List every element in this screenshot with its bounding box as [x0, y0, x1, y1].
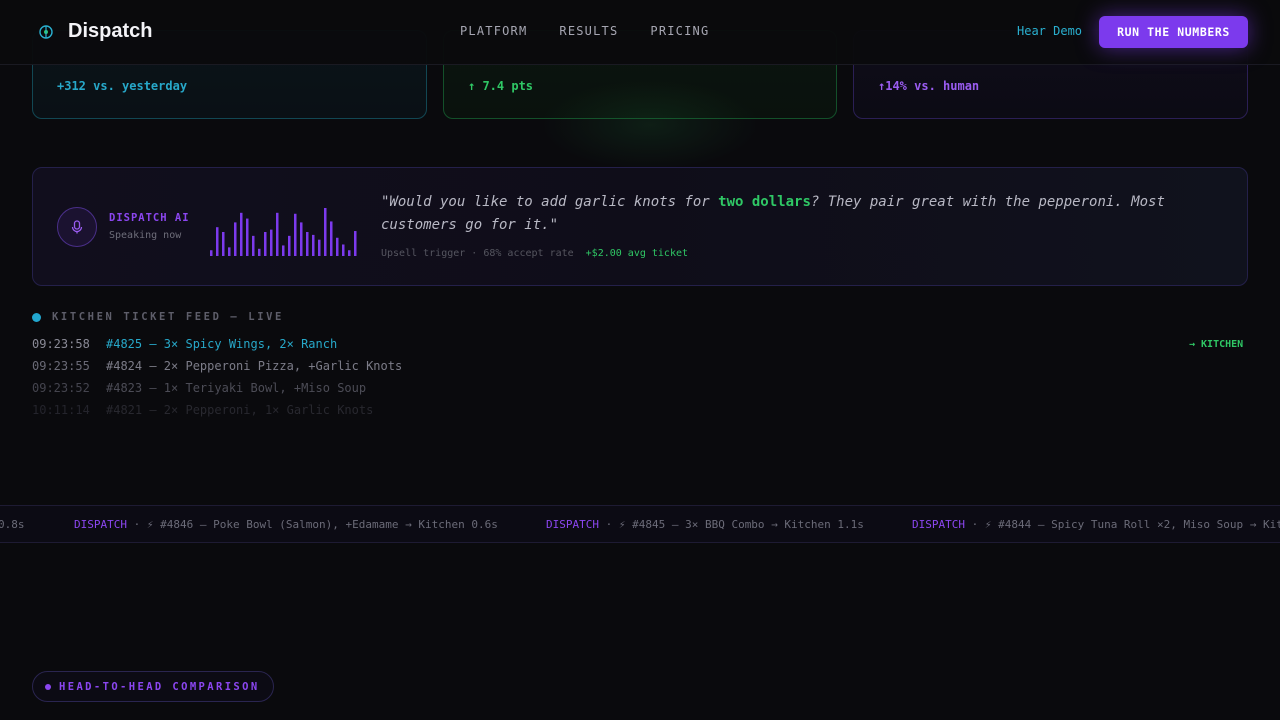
waveform-bar	[240, 212, 243, 256]
waveform-bar	[300, 222, 303, 256]
top-nav: Dispatch PLATFORM RESULTS PRICING Hear D…	[0, 0, 1280, 65]
feed-row: 09:23:55 #4824 — 2× Pepperoni Pizza, +Gar…	[32, 359, 402, 373]
feed-header: KITCHEN TICKET FEED — LIVE	[32, 311, 284, 323]
waveform-bar	[324, 208, 327, 256]
waveform-bar	[294, 213, 297, 256]
feed-row: 09:23:52 #4823 — 1× Teriyaki Bowl, +Miso …	[32, 381, 366, 395]
quote-text: "Would you like to add garlic knots for	[381, 194, 719, 210]
dispatch-logo-icon	[38, 24, 54, 40]
waveform-bar	[348, 250, 351, 256]
ticker-text: ⚡ #4844 — Spicy Tuna Roll ×2, Miso Soup …	[984, 518, 1280, 531]
microphone-icon[interactable]	[57, 207, 97, 247]
ticker-item: DISPATCH · ⚡ #4845 — 3× BBQ Combo → Kitc…	[546, 518, 864, 531]
ticker-text: ⚡ #4846 — Poke Bowl (Salmon), +Edamame →…	[146, 518, 498, 531]
waveform-bar	[336, 237, 339, 256]
stat-delta: +312 vs. yesterday	[57, 79, 188, 93]
kitchen-status-tag: → KITCHEN	[1189, 339, 1244, 350]
upsell-meta: Upsell trigger · 68% accept rate +$2.00 a…	[381, 248, 688, 259]
waveform-bar	[276, 212, 279, 256]
upsell-trigger-text: Upsell trigger · 68% accept rate	[381, 248, 574, 259]
nav-link-pricing[interactable]: PRICING	[650, 24, 709, 38]
ticker-item: DISPATCH · ⚡ #4846 — Poke Bowl (Salmon),…	[74, 518, 498, 531]
ai-speaking-panel: DISPATCH AI Speaking now "Would you like…	[32, 167, 1248, 286]
ticker-text: ⚡ #4845 — 3× BBQ Combo → Kitchen 1.1s	[618, 518, 864, 531]
waveform-bar	[270, 229, 273, 256]
waveform-bar	[282, 245, 285, 256]
head-to-head-comparison-pill[interactable]: HEAD-TO-HEAD COMPARISON	[32, 671, 274, 702]
feed-row: 10:11:14 #4821 — 2× Pepperoni, 1× Garlic …	[32, 403, 373, 417]
waveform-bar	[252, 235, 255, 256]
ticker-item: 0.8s	[0, 518, 25, 531]
waveform-bar	[234, 222, 237, 256]
quote-highlight: two dollars	[718, 194, 811, 210]
waveform-bar	[222, 232, 225, 256]
waveform-bar	[318, 239, 321, 256]
waveform-bar	[264, 232, 267, 256]
brand[interactable]: Dispatch	[38, 20, 152, 43]
nav-links: PLATFORM RESULTS PRICING	[460, 24, 709, 38]
pill-label: HEAD-TO-HEAD COMPARISON	[59, 680, 260, 693]
waveform-bar	[246, 218, 249, 256]
waveform-bar	[216, 227, 219, 256]
waveform-bar	[342, 244, 345, 256]
feed-row-text: #4824 — 2× Pepperoni Pizza, +Garlic Knot…	[106, 359, 403, 373]
order-ticker: 0.8s DISPATCH · ⚡ #4846 — Poke Bowl (Sal…	[0, 505, 1280, 543]
waveform-bar	[330, 221, 333, 256]
pill-dot-icon	[45, 683, 51, 690]
feed-title: KITCHEN TICKET FEED — LIVE	[52, 311, 284, 323]
ai-quote: "Would you like to add garlic knots for …	[381, 191, 1201, 237]
waveform-bar	[312, 234, 315, 256]
ticker-source: DISPATCH	[74, 518, 127, 531]
feed-row-time: 09:23:55	[32, 359, 90, 373]
nav-link-results[interactable]: RESULTS	[559, 24, 618, 38]
waveform-bar	[306, 232, 309, 256]
feed-row-time: 09:23:58	[32, 337, 90, 351]
feed-row: 09:23:58 #4825 — 3× Spicy Wings, 2× Ranch	[32, 337, 337, 351]
feed-row-time: 09:23:52	[32, 381, 90, 395]
waveform-bar	[354, 231, 357, 256]
stat-delta: ↑14% vs. human	[878, 79, 980, 93]
waveform-bar	[210, 250, 213, 256]
feed-row-time: 10:11:14	[32, 403, 90, 417]
ai-status: Speaking now	[109, 230, 182, 241]
avg-ticket-badge: +$2.00 avg ticket	[585, 248, 689, 259]
hear-demo-link[interactable]: Hear Demo	[1017, 24, 1082, 38]
brand-name: Dispatch	[68, 20, 153, 42]
feed-row-text: #4821 — 2× Pepperoni, 1× Garlic Knots	[106, 403, 374, 417]
run-the-numbers-button[interactable]: RUN THE NUMBERS	[1099, 16, 1248, 48]
stat-delta: ↑ 7.4 pts	[468, 79, 534, 93]
ticker-source: DISPATCH	[546, 518, 599, 531]
live-dot-icon	[32, 312, 41, 322]
feed-row-text: #4825 — 3× Spicy Wings, 2× Ranch	[106, 337, 338, 351]
waveform-bar	[258, 248, 261, 256]
feed-row-text: #4823 — 1× Teriyaki Bowl, +Miso Soup	[106, 381, 367, 395]
ai-agent-name: DISPATCH AI	[109, 212, 190, 224]
waveform-bar	[288, 235, 291, 256]
audio-waveform	[210, 208, 357, 256]
nav-link-platform[interactable]: PLATFORM	[460, 24, 527, 38]
ticker-source: DISPATCH	[912, 518, 965, 531]
ticker-item: DISPATCH · ⚡ #4844 — Spicy Tuna Roll ×2,…	[912, 518, 1280, 531]
waveform-bar	[228, 247, 231, 256]
